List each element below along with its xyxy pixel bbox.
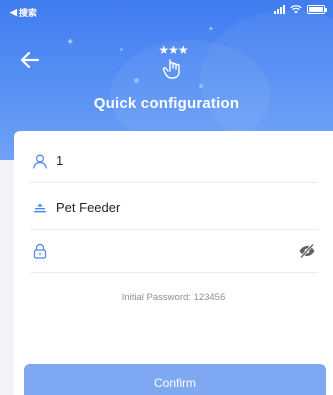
device-name-value: Pet Feeder [56, 200, 121, 215]
device-icon [34, 203, 46, 212]
lock-icon [33, 243, 47, 259]
config-form-card: 1 Pet Feeder [14, 131, 333, 395]
password-field[interactable] [30, 229, 318, 273]
status-back-link[interactable]: ◀ 搜索 [10, 6, 37, 19]
sparkle-icon: ✦ [208, 26, 214, 33]
status-indicators [274, 5, 327, 14]
battery-icon [307, 5, 327, 14]
wifi-icon [290, 5, 302, 14]
back-arrow-icon[interactable] [18, 48, 42, 72]
decor-dot [134, 78, 139, 83]
signal-icon [274, 5, 285, 14]
account-value: 1 [56, 153, 64, 168]
status-back-label: 搜索 [18, 8, 37, 18]
back-triangle-icon: ◀ [10, 7, 17, 17]
status-bar: ◀ 搜索 [0, 0, 333, 22]
page-title: Quick configuration [93, 95, 240, 112]
password-input[interactable] [56, 243, 318, 258]
device-name-field[interactable]: Pet Feeder [30, 186, 318, 230]
decor-dot [120, 48, 123, 51]
sparkle-icon: ✦ [66, 37, 75, 48]
account-field[interactable]: 1 [30, 139, 318, 183]
eye-hidden-icon[interactable] [298, 243, 316, 259]
user-icon [33, 153, 47, 169]
decor-dot [199, 84, 203, 88]
quick-config-logo-icon: ★★★ [158, 43, 189, 79]
logo-stars: ★★★ [158, 43, 188, 57]
confirm-button[interactable]: Confirm [24, 364, 326, 395]
initial-password-hint: Initial Password: 123456 [121, 292, 226, 303]
